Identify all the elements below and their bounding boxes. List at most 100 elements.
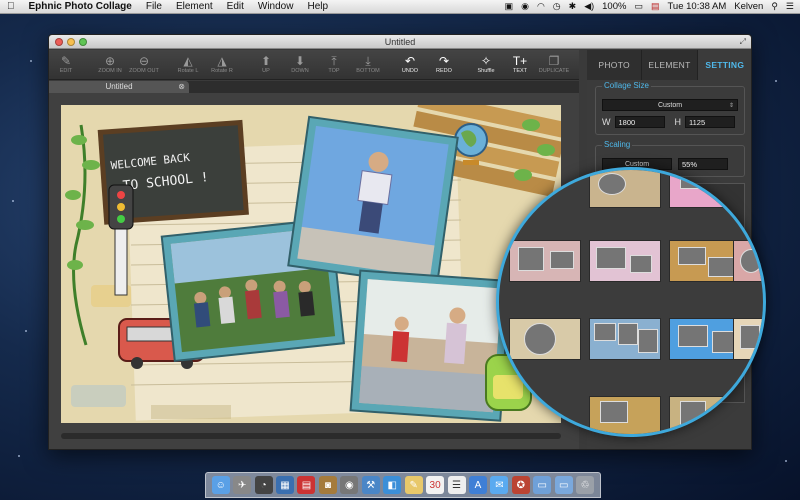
shuffle-button[interactable]: ✧ Shuffle: [469, 54, 503, 75]
template-thumbnail[interactable]: [589, 240, 661, 282]
top-button[interactable]: ⤒ TOP: [317, 54, 351, 75]
toolbar: ✎ EDIT ⊕ ZOOM IN ⊖ ZOOM OUT ◭ Rotate L ◮ Rota…: [49, 50, 579, 80]
photo-collage-app-icon[interactable]: ▤: [297, 476, 316, 494]
size-preset-select[interactable]: Custom ⇕: [602, 99, 738, 111]
collage-artwork: WELCOME BACK TO SCHOOL !: [61, 105, 561, 423]
template-thumbnail[interactable]: [509, 240, 581, 282]
duplicate-button[interactable]: ❐ DUPLICATE: [537, 54, 571, 75]
document-tab[interactable]: Untitled ⊗: [49, 81, 189, 93]
collage-canvas[interactable]: WELCOME BACK TO SCHOOL !: [61, 105, 561, 423]
template-thumbnail[interactable]: [733, 240, 763, 282]
menu-edit[interactable]: Edit: [220, 1, 251, 12]
width-input[interactable]: 1800: [614, 116, 665, 128]
down-button[interactable]: ⬇ DOWN: [283, 55, 317, 75]
menu-element[interactable]: Element: [169, 1, 220, 12]
height-label: H: [674, 117, 682, 127]
updown-arrow-icon: ⇕: [728, 102, 734, 109]
wifi-icon[interactable]: ◠: [537, 2, 545, 11]
template-thumbnail[interactable]: [589, 318, 661, 360]
bottom-icon: ⤓: [365, 54, 371, 68]
scaling-label: Scaling: [602, 140, 633, 149]
redo-button[interactable]: ↷ REDO: [427, 54, 461, 75]
photo-booth-icon[interactable]: ✪: [511, 476, 530, 494]
collage-size-label: Collage Size: [602, 81, 651, 90]
dashboard-icon[interactable]: ◔: [254, 476, 273, 494]
up-button[interactable]: ⬆ UP: [249, 54, 283, 75]
width-label: W: [602, 117, 611, 127]
duplicate-icon: ❐: [548, 54, 560, 68]
app-store-icon[interactable]: A: [468, 476, 487, 494]
apple-menu-icon[interactable]: : [0, 1, 22, 12]
bluetooth-icon[interactable]: ✱: [569, 2, 577, 11]
tab-setting[interactable]: SETTING: [697, 50, 751, 80]
battery-percent[interactable]: 100%: [602, 1, 626, 12]
template-thumbnail[interactable]: [589, 396, 661, 434]
rotate-left-icon: ◭: [183, 54, 193, 68]
template-thumbnail[interactable]: [669, 170, 741, 208]
close-tab-icon[interactable]: ⊗: [178, 81, 185, 93]
notification-center-icon[interactable]: ☰: [786, 2, 794, 11]
finder-icon[interactable]: ☺: [211, 476, 230, 494]
tab-photo[interactable]: PHOTO: [587, 50, 643, 80]
zoom-out-icon: ⊖: [138, 54, 150, 68]
bottom-button[interactable]: ⤓ BOTTOM: [351, 54, 385, 75]
document-tabstrip: Untitled ⊗: [49, 81, 579, 93]
height-input[interactable]: 1125: [685, 116, 735, 128]
user-name[interactable]: Kelven: [734, 1, 763, 12]
template-thumbnail[interactable]: [669, 396, 741, 434]
battery-icon: ▭: [634, 1, 643, 11]
messages-icon[interactable]: ✉: [490, 476, 509, 494]
photo-app-icon[interactable]: ◙: [318, 476, 337, 494]
title-bar[interactable]: Untitled ⤢: [49, 35, 751, 49]
spotlight-icon[interactable]: ⚲: [771, 2, 778, 11]
calendar-icon[interactable]: 30: [426, 476, 445, 494]
scaling-input[interactable]: 55%: [678, 158, 728, 170]
timemachine-icon[interactable]: ◷: [553, 2, 561, 11]
menu-bar:  Ephnic Photo Collage File Element Edit…: [0, 0, 800, 14]
camera-icon[interactable]: ◉: [340, 476, 359, 494]
notes-icon[interactable]: ✎: [404, 476, 423, 494]
documents-folder-icon[interactable]: ▭: [554, 476, 573, 494]
menu-window[interactable]: Window: [251, 1, 301, 12]
template-thumbnail[interactable]: [669, 318, 741, 360]
mission-control-icon[interactable]: ▦: [276, 476, 295, 494]
canvas-horizontal-scrollbar[interactable]: [61, 433, 561, 439]
clock[interactable]: Tue 10:38 AM: [667, 1, 726, 12]
applications-folder-icon[interactable]: ▭: [533, 476, 552, 494]
rotate-right-button[interactable]: ◮ Rotate R: [205, 55, 239, 75]
template-thumbnail[interactable]: [589, 170, 661, 208]
collage-size-group: Collage Size Custom ⇕ W 1800 H 1125: [595, 81, 745, 135]
template-thumbnail[interactable]: [509, 318, 581, 360]
tab-element[interactable]: ELEMENT: [642, 50, 698, 80]
window-title: Untitled: [384, 36, 416, 47]
zoom-in-icon: ⊕: [104, 54, 116, 68]
undo-button[interactable]: ↶ UNDO: [393, 55, 427, 75]
edit-icon: ✎: [60, 54, 72, 68]
preview-icon[interactable]: ◧: [383, 476, 402, 494]
eye-icon[interactable]: ◉: [521, 2, 529, 11]
template-thumbnail[interactable]: [669, 240, 741, 282]
flag-icon[interactable]: ▤: [651, 2, 660, 11]
menu-file[interactable]: File: [139, 1, 169, 12]
zoom-in-button[interactable]: ⊕ ZOOM IN: [93, 54, 127, 75]
edit-button[interactable]: ✎ EDIT: [49, 54, 83, 75]
arrow-up-icon: ⬆: [260, 54, 272, 68]
template-magnifier: [496, 167, 766, 437]
shuffle-icon: ✧: [480, 54, 492, 68]
redo-icon: ↷: [438, 54, 450, 68]
launchpad-icon[interactable]: ✈: [233, 476, 252, 494]
dock: ☺ ✈ ◔ ▦ ▤ ◙ ◉ ⚒ ◧ ✎ 30 ☰ A ✉ ✪ ▭ ▭ ♲: [205, 472, 601, 498]
trash-icon[interactable]: ♲: [576, 476, 595, 494]
template-thumbnail[interactable]: [733, 318, 763, 360]
rotate-left-button[interactable]: ◭ Rotate L: [171, 54, 205, 75]
reminders-icon[interactable]: ☰: [447, 476, 466, 494]
fullscreen-icon[interactable]: ⤢: [740, 37, 746, 47]
menu-extra-icon[interactable]: ▣: [505, 2, 514, 11]
volume-icon[interactable]: ◀): [584, 2, 594, 11]
text-button[interactable]: T+ TEXT: [503, 55, 537, 75]
top-icon: ⤒: [331, 54, 337, 68]
menu-help[interactable]: Help: [300, 1, 335, 12]
app-menu[interactable]: Ephnic Photo Collage: [22, 1, 139, 12]
xcode-icon[interactable]: ⚒: [361, 476, 380, 494]
zoom-out-button[interactable]: ⊖ ZOOM OUT: [127, 54, 161, 75]
